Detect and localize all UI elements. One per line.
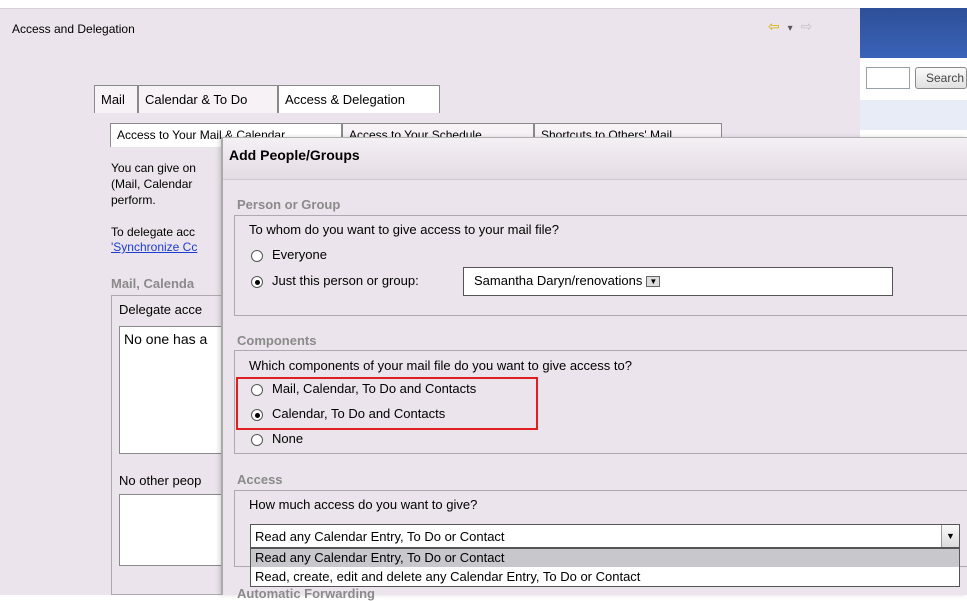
back-arrow-icon[interactable]: ⇦ [768, 18, 782, 34]
back-menu-icon[interactable]: ▾ [788, 23, 795, 34]
intro-text: You can give on (Mail, Calendar perform. [111, 161, 196, 207]
search-input[interactable] [866, 67, 910, 89]
automatic-forwarding-heading: Automatic Forwarding [237, 586, 375, 601]
tab-access-delegation[interactable]: Access & Delegation [278, 85, 440, 113]
none-label[interactable]: None [272, 431, 303, 446]
person-group-field[interactable]: Samantha Daryn/renovations ▼ [463, 267, 893, 296]
mail-calendar-section-heading: Mail, Calenda [111, 276, 195, 291]
search-button[interactable]: Search [915, 67, 967, 89]
other-people-list[interactable] [119, 494, 229, 566]
right-pane-band [860, 100, 967, 130]
person-group-value: Samantha Daryn/renovations [474, 273, 643, 288]
delegate-text: To delegate acc [111, 225, 196, 239]
delegate-list[interactable]: No one has a [119, 326, 229, 454]
components-question: Which components of your mail file do yo… [249, 358, 632, 373]
everyone-radio[interactable] [251, 250, 263, 262]
chevron-down-icon[interactable]: ▼ [941, 525, 959, 547]
synchronize-link[interactable]: 'Synchronize Cc [111, 240, 197, 254]
person-group-heading: Person or Group [237, 197, 341, 212]
forward-arrow-icon[interactable]: ⇨ [801, 18, 815, 34]
dropdown-icon[interactable]: ▼ [646, 276, 661, 288]
components-heading: Components [237, 333, 317, 348]
access-heading: Access [237, 472, 283, 487]
access-level-dropdown-list: Read any Calendar Entry, To Do or Contac… [250, 548, 960, 587]
window-title: Access and Delegation [12, 22, 135, 36]
access-option-read[interactable]: Read any Calendar Entry, To Do or Contac… [251, 549, 959, 567]
none-radio[interactable] [251, 434, 263, 446]
person-group-question: To whom do you want to give access to yo… [249, 222, 559, 237]
just-person-label[interactable]: Just this person or group: [272, 273, 419, 288]
other-people-label: No other peop [119, 473, 202, 488]
everyone-label[interactable]: Everyone [272, 247, 327, 262]
access-level-select[interactable]: Read any Calendar Entry, To Do or Contac… [250, 524, 960, 548]
delegate-list-empty-text: No one has a [124, 331, 208, 347]
delegate-access-label: Delegate acce [119, 302, 203, 317]
highlight-box [236, 377, 538, 430]
nav-arrows: ⇦ ▾ ⇨ [768, 18, 814, 35]
just-person-radio[interactable] [251, 276, 263, 288]
tab-calendar-todo[interactable]: Calendar & To Do [138, 85, 278, 113]
right-pane-header [860, 8, 967, 58]
access-question: How much access do you want to give? [249, 497, 478, 512]
dialog-title: Add People/Groups [229, 147, 360, 163]
access-option-read-create-edit-delete[interactable]: Read, create, edit and delete any Calend… [251, 568, 959, 586]
tab-mail[interactable]: Mail [94, 85, 138, 113]
access-level-value: Read any Calendar Entry, To Do or Contac… [255, 529, 505, 544]
